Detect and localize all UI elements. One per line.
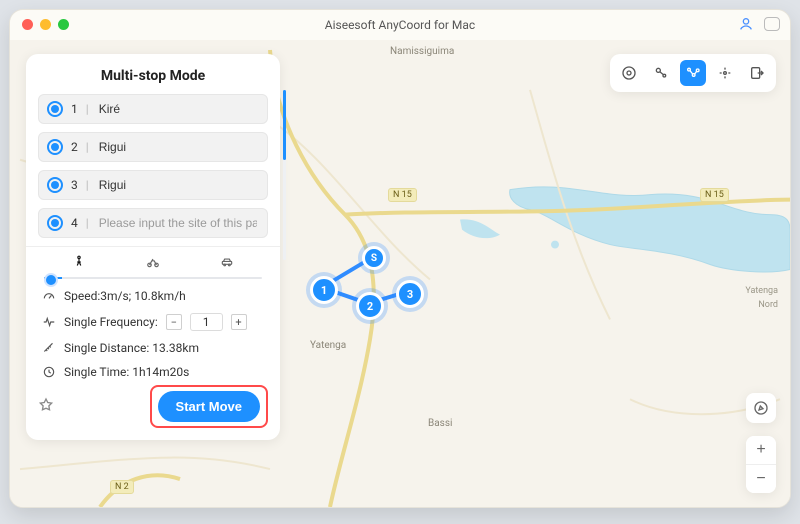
zoom-controls: + − <box>746 436 776 493</box>
compass-button[interactable] <box>746 393 776 423</box>
stop-row-1[interactable]: 1 | <box>38 94 268 124</box>
road-n15-b: N 15 <box>700 188 729 202</box>
frequency-value[interactable]: 1 <box>190 313 223 331</box>
road-n15-a: N 15 <box>388 188 417 202</box>
chip-locate[interactable] <box>616 60 642 86</box>
window-mode-icon[interactable] <box>764 17 780 31</box>
speed-label: Speed:3m/s; 10.8km/h <box>64 289 186 303</box>
speed-row: Speed:3m/s; 10.8km/h <box>42 289 264 303</box>
stop-radio-icon[interactable] <box>47 177 63 193</box>
place-yatenga-left: Yatenga <box>310 340 346 351</box>
chip-route[interactable] <box>680 60 706 86</box>
zoom-out-button[interactable]: − <box>746 465 776 493</box>
frequency-increase[interactable]: + <box>231 314 247 330</box>
road-n2: N 2 <box>110 480 134 494</box>
left-panel: Multi-stop Mode 1 | 2 | 3 | 4 | <box>26 54 280 440</box>
stop-row-4[interactable]: 4 | <box>38 208 268 238</box>
stop-row-2[interactable]: 2 | <box>38 132 268 162</box>
favorite-icon[interactable] <box>38 397 54 417</box>
stop-radio-icon[interactable] <box>47 215 63 231</box>
stop-index: 4 <box>71 216 78 230</box>
titlebar: Aiseesoft AnyCoord for Mac <box>10 10 790 41</box>
stop-row-3[interactable]: 3 | <box>38 170 268 200</box>
speed-slider[interactable] <box>44 277 262 279</box>
minimize-window-button[interactable] <box>40 19 51 30</box>
start-move-button[interactable]: Start Move <box>158 391 260 422</box>
compass-icon <box>753 400 769 416</box>
stop-radio-icon[interactable] <box>47 101 63 117</box>
cta-highlight: Start Move <box>150 385 268 428</box>
account-icon[interactable] <box>738 16 754 32</box>
place-yatenga-right: Yatenga <box>745 286 778 296</box>
gauge-icon <box>42 289 56 303</box>
distance-row: Single Distance: 13.38km <box>42 341 264 355</box>
panel-scrollbar[interactable] <box>283 90 286 260</box>
ruler-icon <box>42 341 56 355</box>
stop-input-2[interactable] <box>97 139 259 155</box>
route-node-2[interactable]: 2 <box>356 292 384 320</box>
stop-input-3[interactable] <box>97 177 259 193</box>
mode-car[interactable] <box>191 255 264 273</box>
place-bassi: Bassi <box>428 418 452 429</box>
time-row: Single Time: 1h14m20s <box>42 365 264 379</box>
route-node-3[interactable]: 3 <box>396 280 424 308</box>
window-title: Aiseesoft AnyCoord for Mac <box>325 18 475 32</box>
route-start-node[interactable]: S <box>362 246 386 270</box>
travel-modes <box>42 255 264 273</box>
chip-point[interactable] <box>648 60 674 86</box>
frequency-stepper: − 1 + <box>166 313 247 331</box>
mode-walk[interactable] <box>42 255 115 273</box>
stop-input-4[interactable] <box>97 215 259 231</box>
pulse-icon <box>42 315 56 329</box>
app-window: Aiseesoft AnyCoord for Mac <box>9 9 791 508</box>
panel-separator <box>26 246 280 247</box>
clock-icon <box>42 365 56 379</box>
stop-index: 3 <box>71 178 78 192</box>
frequency-decrease[interactable]: − <box>166 314 182 330</box>
frequency-row: Single Frequency: − 1 + <box>42 313 264 331</box>
stop-index: 1 <box>71 102 78 116</box>
time-label: Single Time: 1h14m20s <box>64 365 189 379</box>
traffic-lights <box>22 19 69 30</box>
stop-input-1[interactable] <box>97 101 259 117</box>
zoom-window-button[interactable] <box>58 19 69 30</box>
place-nord: Nord <box>758 300 778 310</box>
mode-bike[interactable] <box>116 255 189 273</box>
distance-label: Single Distance: 13.38km <box>64 341 199 355</box>
close-window-button[interactable] <box>22 19 33 30</box>
stop-index: 2 <box>71 140 78 154</box>
route-node-1[interactable]: 1 <box>310 276 338 304</box>
chip-joystick[interactable] <box>712 60 738 86</box>
zoom-in-button[interactable]: + <box>746 436 776 464</box>
frequency-label: Single Frequency: <box>64 315 158 329</box>
panel-title: Multi-stop Mode <box>38 68 268 84</box>
chip-export[interactable] <box>744 60 770 86</box>
mode-chips <box>610 54 776 92</box>
titlebar-right <box>738 16 780 32</box>
place-namissiguima: Namissiguima <box>390 46 454 57</box>
stop-radio-icon[interactable] <box>47 139 63 155</box>
slider-knob[interactable] <box>44 273 58 287</box>
